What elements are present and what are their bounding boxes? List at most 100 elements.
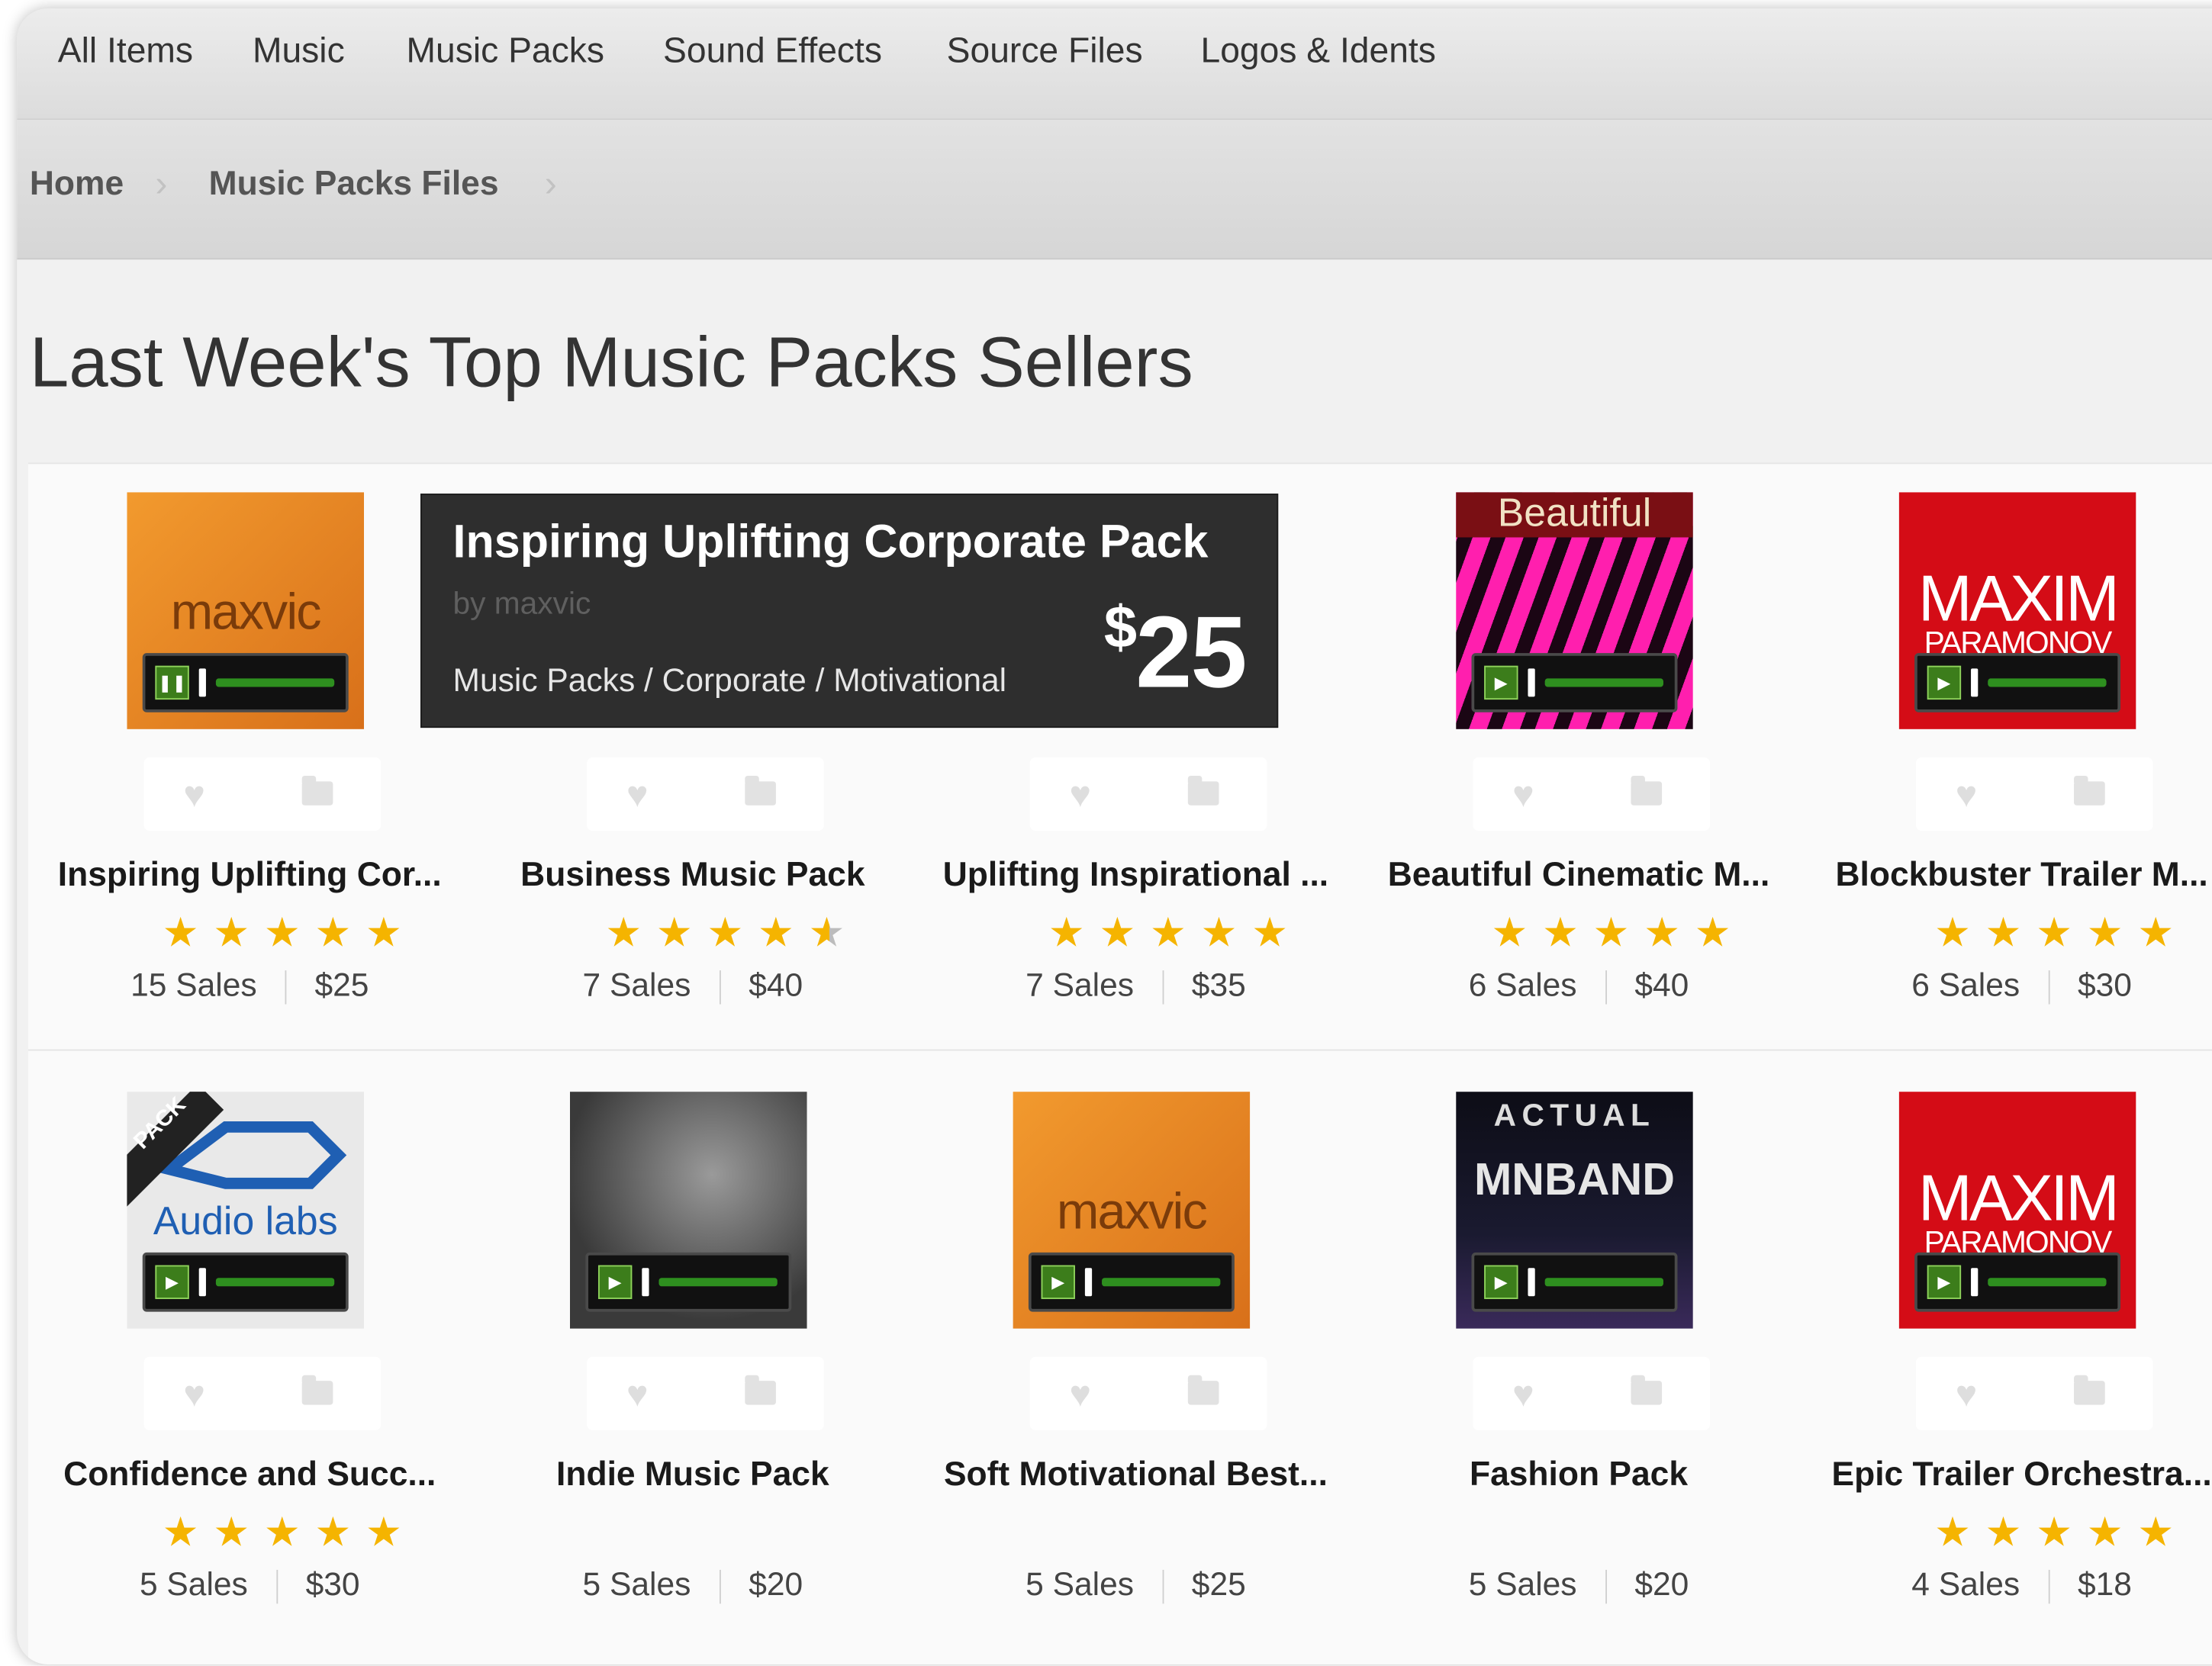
- folder-icon[interactable]: [1187, 1375, 1219, 1405]
- playhead[interactable]: [1971, 1268, 1979, 1297]
- folder-icon[interactable]: [1631, 1375, 1663, 1405]
- star-icon: ★: [1694, 911, 1731, 957]
- heart-icon[interactable]: ♥: [183, 776, 217, 812]
- item-meta: 5 Sales $30: [17, 1565, 482, 1604]
- progress-track[interactable]: [215, 678, 335, 687]
- item-thumbnail[interactable]: maxvic ❚❚: [127, 492, 365, 729]
- folder-icon[interactable]: [745, 775, 776, 806]
- heart-icon[interactable]: ♥: [1956, 1375, 1989, 1412]
- item-card: ▶ ♥ Indie Music Pack 5 Sales $20: [460, 1063, 884, 1604]
- playhead[interactable]: [1971, 668, 1979, 697]
- item-title[interactable]: Business Music Pack: [460, 856, 926, 896]
- item-thumbnail[interactable]: MAXIM PARAMONOV ▶: [1898, 492, 2136, 729]
- playhead[interactable]: [198, 1268, 206, 1297]
- folder-icon[interactable]: [745, 1375, 776, 1405]
- folder-icon[interactable]: [1631, 775, 1663, 806]
- nav-logos-idents[interactable]: Logos & Idents: [1200, 31, 1435, 72]
- play-icon[interactable]: ▶: [155, 1265, 189, 1299]
- folder-icon[interactable]: [301, 775, 333, 806]
- tooltip-author[interactable]: by maxvic: [453, 585, 591, 622]
- nav-source-files[interactable]: Source Files: [947, 31, 1143, 72]
- audio-player[interactable]: ▶: [585, 1252, 792, 1312]
- play-icon[interactable]: ▶: [1041, 1265, 1075, 1299]
- item-actions: ♥: [143, 1356, 382, 1430]
- audio-player[interactable]: ▶: [1914, 1252, 2121, 1312]
- item-title[interactable]: Confidence and Succ...: [17, 1455, 482, 1495]
- item-title[interactable]: Beautiful Cinematic M...: [1346, 856, 1811, 896]
- sales-count: 6 Sales: [1468, 966, 1577, 1003]
- nav-all-items[interactable]: All Items: [58, 31, 193, 72]
- item-title[interactable]: Indie Music Pack: [460, 1455, 926, 1495]
- breadcrumb-home[interactable]: Home: [30, 165, 124, 204]
- breadcrumb-music-packs-files[interactable]: Music Packs Files: [209, 165, 499, 204]
- audio-player[interactable]: ▶: [1471, 1252, 1678, 1312]
- item-thumbnail[interactable]: ACTUAL MNBAND ▶: [1456, 1092, 1693, 1329]
- item-thumbnail[interactable]: maxvic ▶: [1013, 1092, 1251, 1329]
- progress-track[interactable]: [1988, 678, 2107, 687]
- play-icon[interactable]: ▶: [1927, 665, 1962, 700]
- item-title[interactable]: Fashion Pack: [1346, 1455, 1811, 1495]
- nav-music[interactable]: Music: [253, 31, 345, 72]
- star-icon: ★: [1592, 911, 1630, 957]
- item-thumbnail[interactable]: MAXIM PARAMONOV ▶: [1898, 1092, 2136, 1329]
- playhead[interactable]: [642, 1268, 649, 1297]
- folder-icon[interactable]: [2074, 775, 2105, 806]
- star-icon: ★: [1149, 911, 1187, 957]
- play-icon[interactable]: ▶: [1484, 665, 1518, 700]
- star-icon: ★: [1200, 911, 1238, 957]
- heart-icon[interactable]: ♥: [1070, 1375, 1103, 1412]
- item-title[interactable]: Soft Motivational Best...: [903, 1455, 1368, 1495]
- item-thumbnail[interactable]: ▶: [569, 1092, 807, 1329]
- progress-track[interactable]: [215, 1278, 335, 1287]
- progress-track[interactable]: [1102, 1278, 1221, 1287]
- audio-player[interactable]: ▶: [142, 1252, 349, 1312]
- item-actions: ♥: [587, 757, 824, 831]
- pause-icon[interactable]: ❚❚: [155, 665, 189, 700]
- progress-track[interactable]: [1988, 1278, 2107, 1287]
- playhead[interactable]: [1528, 668, 1535, 697]
- stage: All Items Music Music Packs Sound Effect…: [0, 0, 2212, 1666]
- audio-player[interactable]: ▶: [1028, 1252, 1235, 1312]
- sales-count: 7 Sales: [1026, 966, 1134, 1003]
- rating-stars: ★ ★ ★ ★ ★: [1927, 1512, 2181, 1554]
- item-thumbnail[interactable]: Beautiful ▶: [1456, 492, 1693, 729]
- folder-icon[interactable]: [301, 1375, 333, 1405]
- progress-track[interactable]: [658, 1278, 778, 1287]
- heart-icon[interactable]: ♥: [626, 776, 660, 812]
- play-icon[interactable]: ▶: [597, 1265, 633, 1299]
- heart-icon[interactable]: ♥: [1512, 1375, 1546, 1412]
- audio-player[interactable]: ▶: [1471, 653, 1678, 712]
- folder-icon[interactable]: [1187, 775, 1219, 806]
- star-icon: ★: [1933, 1510, 1972, 1556]
- item-title[interactable]: Epic Trailer Orchestra...: [1789, 1455, 2212, 1495]
- star-icon: ★: [162, 911, 199, 957]
- star-icon: ★: [213, 911, 250, 957]
- nav-sound-effects[interactable]: Sound Effects: [663, 31, 882, 72]
- heart-icon[interactable]: ♥: [183, 1375, 217, 1412]
- audio-player[interactable]: ▶: [1914, 653, 2121, 712]
- item-title[interactable]: Uplifting Inspirational ...: [903, 856, 1368, 896]
- star-icon: ★: [1251, 911, 1289, 957]
- nav-music-packs[interactable]: Music Packs: [407, 31, 604, 72]
- heart-icon[interactable]: ♥: [1512, 776, 1546, 812]
- item-actions: ♥: [587, 1356, 824, 1430]
- progress-track[interactable]: [1544, 1278, 1663, 1287]
- play-icon[interactable]: ▶: [1927, 1265, 1962, 1299]
- heart-icon[interactable]: ♥: [1070, 776, 1103, 812]
- audio-player[interactable]: ❚❚: [142, 653, 349, 712]
- item-thumbnail[interactable]: PACK Audio labs ▶: [127, 1092, 365, 1329]
- heart-icon[interactable]: ♥: [1956, 776, 1989, 812]
- playhead[interactable]: [1084, 1268, 1093, 1297]
- item-title[interactable]: Blockbuster Trailer M...: [1789, 856, 2212, 896]
- playhead[interactable]: [1528, 1268, 1535, 1297]
- play-icon[interactable]: ▶: [1484, 1265, 1518, 1299]
- star-icon: ★: [2086, 1510, 2123, 1556]
- item-title[interactable]: Inspiring Uplifting Cor...: [17, 856, 482, 896]
- rating-stars: ★ ★ ★ ★ ★: [598, 912, 852, 954]
- top-sellers-grid: maxvic ❚❚ ♥ Inspiring Uplifting Cor... ★…: [27, 462, 2212, 1664]
- progress-track[interactable]: [1544, 678, 1663, 687]
- folder-icon[interactable]: [2074, 1375, 2105, 1405]
- heart-icon[interactable]: ♥: [626, 1375, 660, 1412]
- star-icon: ★: [2137, 1510, 2175, 1556]
- playhead[interactable]: [198, 668, 206, 697]
